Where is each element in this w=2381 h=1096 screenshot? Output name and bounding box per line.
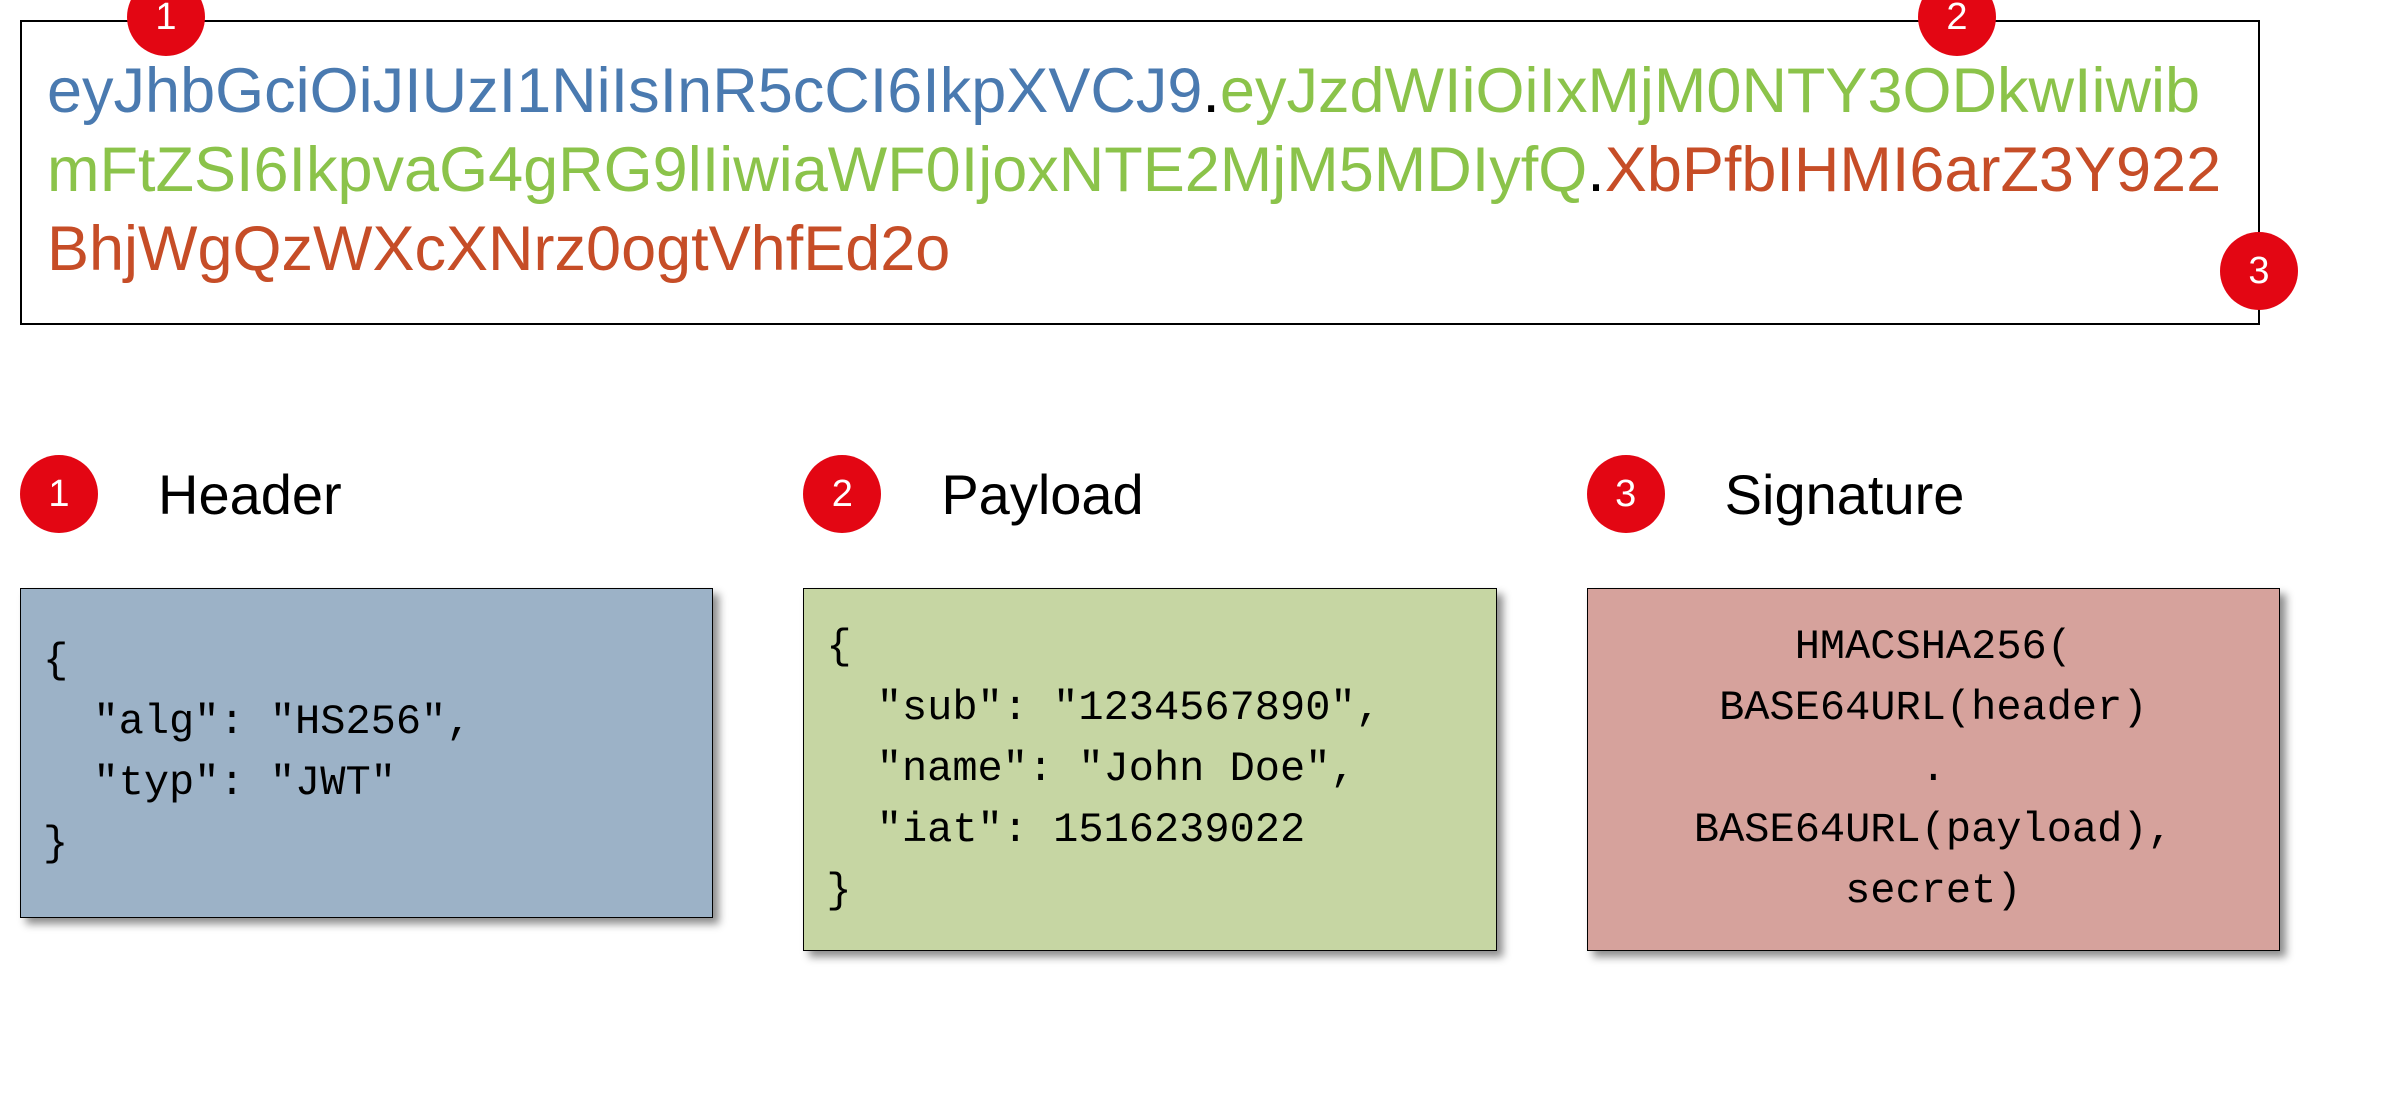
jwt-token-box: 1 2 3 eyJhbGciOiJIUzI1NiIsInR5cCI6IkpXVC… [20,20,2260,325]
section-header-heading: 1 Header [20,455,713,533]
token-separator-2: . [1587,135,1605,205]
section-payload-title: Payload [941,462,1143,527]
section-signature: 3 Signature HMACSHA256( BASE64URL(header… [1587,455,2280,950]
section-payload-heading: 2 Payload [803,455,1496,533]
token-header-segment: eyJhbGciOiJIUzI1NiIsInR5cCI6IkpXVCJ9 [47,56,1202,126]
section-payload: 2 Payload { "sub": "1234567890", "name":… [803,455,1496,950]
sections-row: 1 Header { "alg": "HS256", "typ": "JWT" … [20,455,2280,950]
section-signature-heading: 3 Signature [1587,455,2280,533]
token-separator-1: . [1202,56,1220,126]
badge-2-token: 2 [1918,0,1996,56]
jwt-token-string: eyJhbGciOiJIUzI1NiIsInR5cCI6IkpXVCJ9.eyJ… [47,52,2233,288]
section-signature-title: Signature [1725,462,1965,527]
badge-1-section: 1 [20,455,98,533]
badge-3-token: 3 [2220,232,2298,310]
badge-3-section: 3 [1587,455,1665,533]
section-header: 1 Header { "alg": "HS256", "typ": "JWT" … [20,455,713,950]
badge-1-token: 1 [127,0,205,56]
section-header-title: Header [158,462,342,527]
payload-code-card: { "sub": "1234567890", "name": "John Doe… [803,588,1496,950]
signature-code-card: HMACSHA256( BASE64URL(header) . BASE64UR… [1587,588,2280,950]
badge-2-section: 2 [803,455,881,533]
header-code-card: { "alg": "HS256", "typ": "JWT" } [20,588,713,918]
